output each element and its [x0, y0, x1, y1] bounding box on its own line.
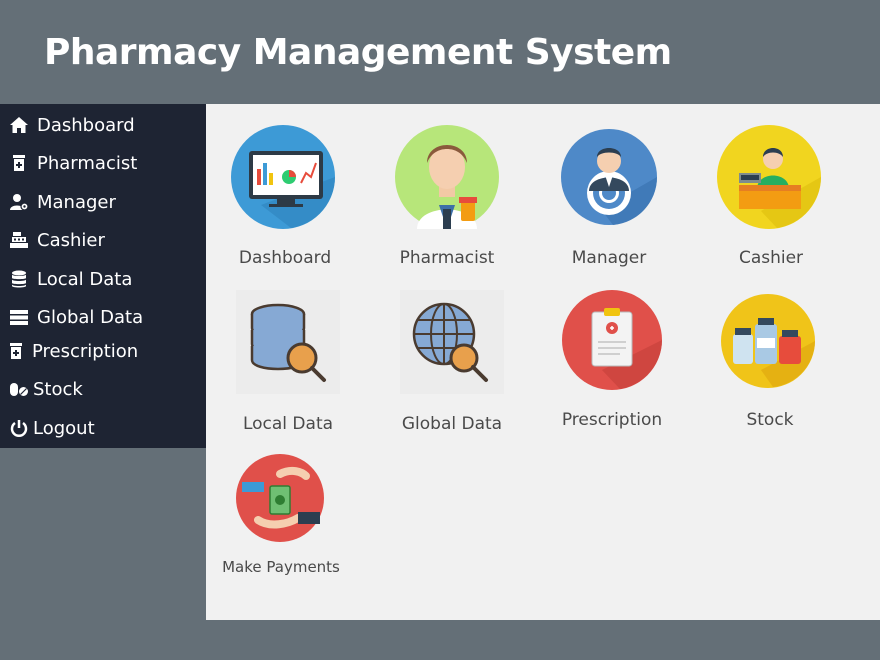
sidebar-item-dashboard[interactable]: Dashboard — [0, 107, 206, 143]
sidebar-item-label: Logout — [33, 417, 95, 439]
tile-label: Local Data — [242, 414, 334, 434]
sidebar-item-manager[interactable]: Manager — [0, 184, 206, 220]
tile-label: Make Payments — [222, 558, 340, 576]
medicine-bottles-icon — [721, 294, 815, 388]
local-database-search-icon — [236, 290, 340, 394]
tile-label: Manager — [571, 248, 647, 268]
sidebar-item-stock[interactable]: Stock — [0, 371, 206, 407]
sidebar: Dashboard Pharmacist Manager Cashier Loc… — [0, 104, 206, 448]
pills-icon — [9, 379, 29, 399]
sidebar-item-prescription[interactable]: Prescription — [0, 333, 206, 369]
app-header: Pharmacy Management System — [0, 0, 880, 104]
cash-register-icon — [9, 230, 29, 250]
sidebar-item-label: Global Data — [37, 306, 144, 328]
database-icon — [9, 269, 29, 289]
sidebar-item-cashier[interactable]: Cashier — [0, 222, 206, 258]
tile-pharmacist[interactable]: Pharmacist — [390, 122, 504, 272]
tile-manager[interactable]: Manager — [552, 122, 666, 272]
home-icon — [9, 115, 29, 135]
sidebar-item-global-data[interactable]: Global Data — [0, 299, 206, 335]
sidebar-item-local-data[interactable]: Local Data — [0, 261, 206, 297]
tile-label: Global Data — [401, 414, 503, 434]
globe-database-search-icon — [400, 290, 504, 394]
dashboard-monitor-icon — [231, 125, 335, 229]
tile-dashboard[interactable]: Dashboard — [228, 122, 342, 272]
user-cog-icon — [9, 192, 29, 212]
tile-stock[interactable]: Stock — [718, 290, 822, 440]
sidebar-item-label: Pharmacist — [37, 152, 138, 174]
sidebar-item-label: Local Data — [37, 268, 133, 290]
sidebar-item-pharmacist[interactable]: Pharmacist — [0, 145, 206, 181]
app-title: Pharmacy Management System — [44, 32, 672, 73]
tile-label: Pharmacist — [399, 248, 495, 268]
power-icon — [9, 418, 29, 438]
tile-make-payments[interactable]: Make Payments — [222, 452, 342, 582]
manager-gear-icon — [561, 129, 657, 225]
sidebar-item-label: Dashboard — [37, 114, 135, 136]
tile-label: Prescription — [561, 410, 663, 430]
sidebar-item-logout[interactable]: Logout — [0, 410, 206, 446]
cashier-register-icon — [717, 125, 821, 229]
pharmacist-avatar-icon — [395, 125, 499, 229]
tile-cashier[interactable]: Cashier — [714, 122, 828, 272]
money-handover-icon — [236, 454, 324, 542]
clipboard-prescription-icon — [562, 290, 662, 390]
sidebar-item-label: Manager — [37, 191, 116, 213]
medicine-bottle-icon — [9, 153, 29, 173]
dashboard-content: Dashboard Pharmacist Manager Cashier Loc… — [206, 104, 880, 620]
sidebar-item-label: Prescription — [32, 340, 139, 362]
sidebar-item-label: Cashier — [37, 229, 105, 251]
tile-local-data[interactable]: Local Data — [234, 290, 342, 440]
prescription-bottle-icon — [6, 341, 26, 361]
tile-label: Stock — [746, 410, 794, 430]
tile-label: Cashier — [738, 248, 804, 268]
tile-prescription[interactable]: Prescription — [560, 290, 664, 440]
tile-global-data[interactable]: Global Data — [398, 290, 506, 440]
tile-label: Dashboard — [238, 248, 332, 268]
sidebar-item-label: Stock — [33, 378, 83, 400]
server-icon — [9, 307, 29, 327]
